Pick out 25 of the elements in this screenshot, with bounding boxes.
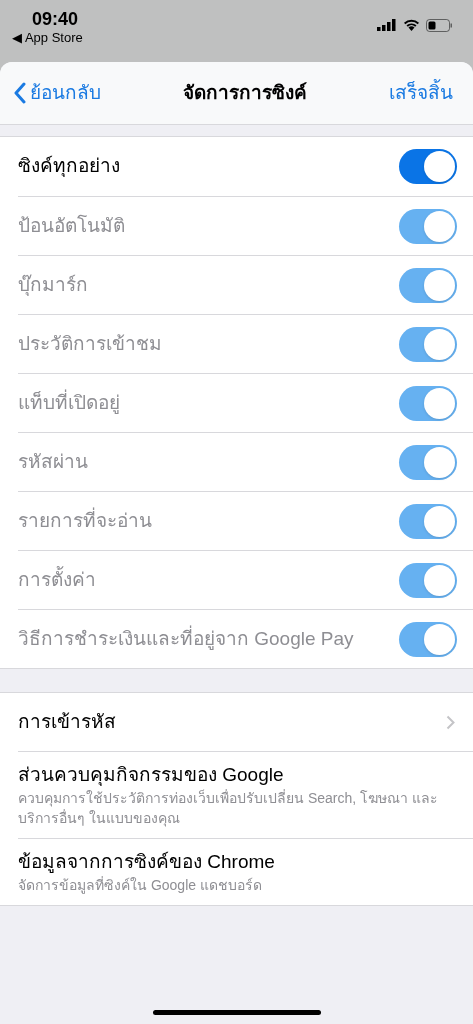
list-item[interactable]: การเข้ารหัส <box>18 693 473 751</box>
nav-title: จัดการการซิงค์ <box>183 80 307 105</box>
item-description: จัดการข้อมูลที่ซิงค์ใน Google แดชบอร์ด <box>18 875 263 895</box>
setting-label: ซิงค์ทุกอย่าง <box>18 154 120 179</box>
back-to-app-link[interactable]: ◀ App Store <box>12 30 83 46</box>
chevron-right-icon <box>446 714 455 730</box>
item-description: ควบคุมการใช้ประวัติการท่องเว็บเพื่อปรับเปลี่ยน Search, โฆษณา และบริการอื่นๆ ในแบบของคุณ <box>18 788 439 828</box>
setting-label: วิธีการชำระเงินและที่อยู่จาก Google Pay <box>18 624 354 652</box>
setting-label: รหัสผ่าน <box>18 449 88 474</box>
setting-label: รายการที่จะอ่าน <box>18 506 152 533</box>
setting-label: ป้อนอัตโนมัติ <box>18 213 125 238</box>
item-title[interactable]: ข้อมูลจากการซิงค์ของ Chrome <box>18 849 457 875</box>
toggle-switch[interactable] <box>399 149 457 184</box>
item-title[interactable]: ส่วนควบคุมกิจกรรมของ Google <box>18 762 457 788</box>
setting-label: การตั้งค่า <box>18 565 96 592</box>
done-button[interactable]: เสร็จสิ้น <box>389 78 459 108</box>
chevron-left-icon <box>14 82 26 104</box>
battery-icon <box>426 18 453 32</box>
signal-icon <box>377 19 397 31</box>
status-time: 09:40 <box>32 8 79 30</box>
setting-label: ประวัติการเข้าชม <box>18 331 162 356</box>
setting-label: แท็บที่เปิดอยู่ <box>18 388 120 416</box>
setting-label: บุ๊กมาร์ก <box>18 272 88 298</box>
wifi-icon <box>403 19 420 31</box>
back-button[interactable]: ย้อนกลับ <box>14 78 101 108</box>
